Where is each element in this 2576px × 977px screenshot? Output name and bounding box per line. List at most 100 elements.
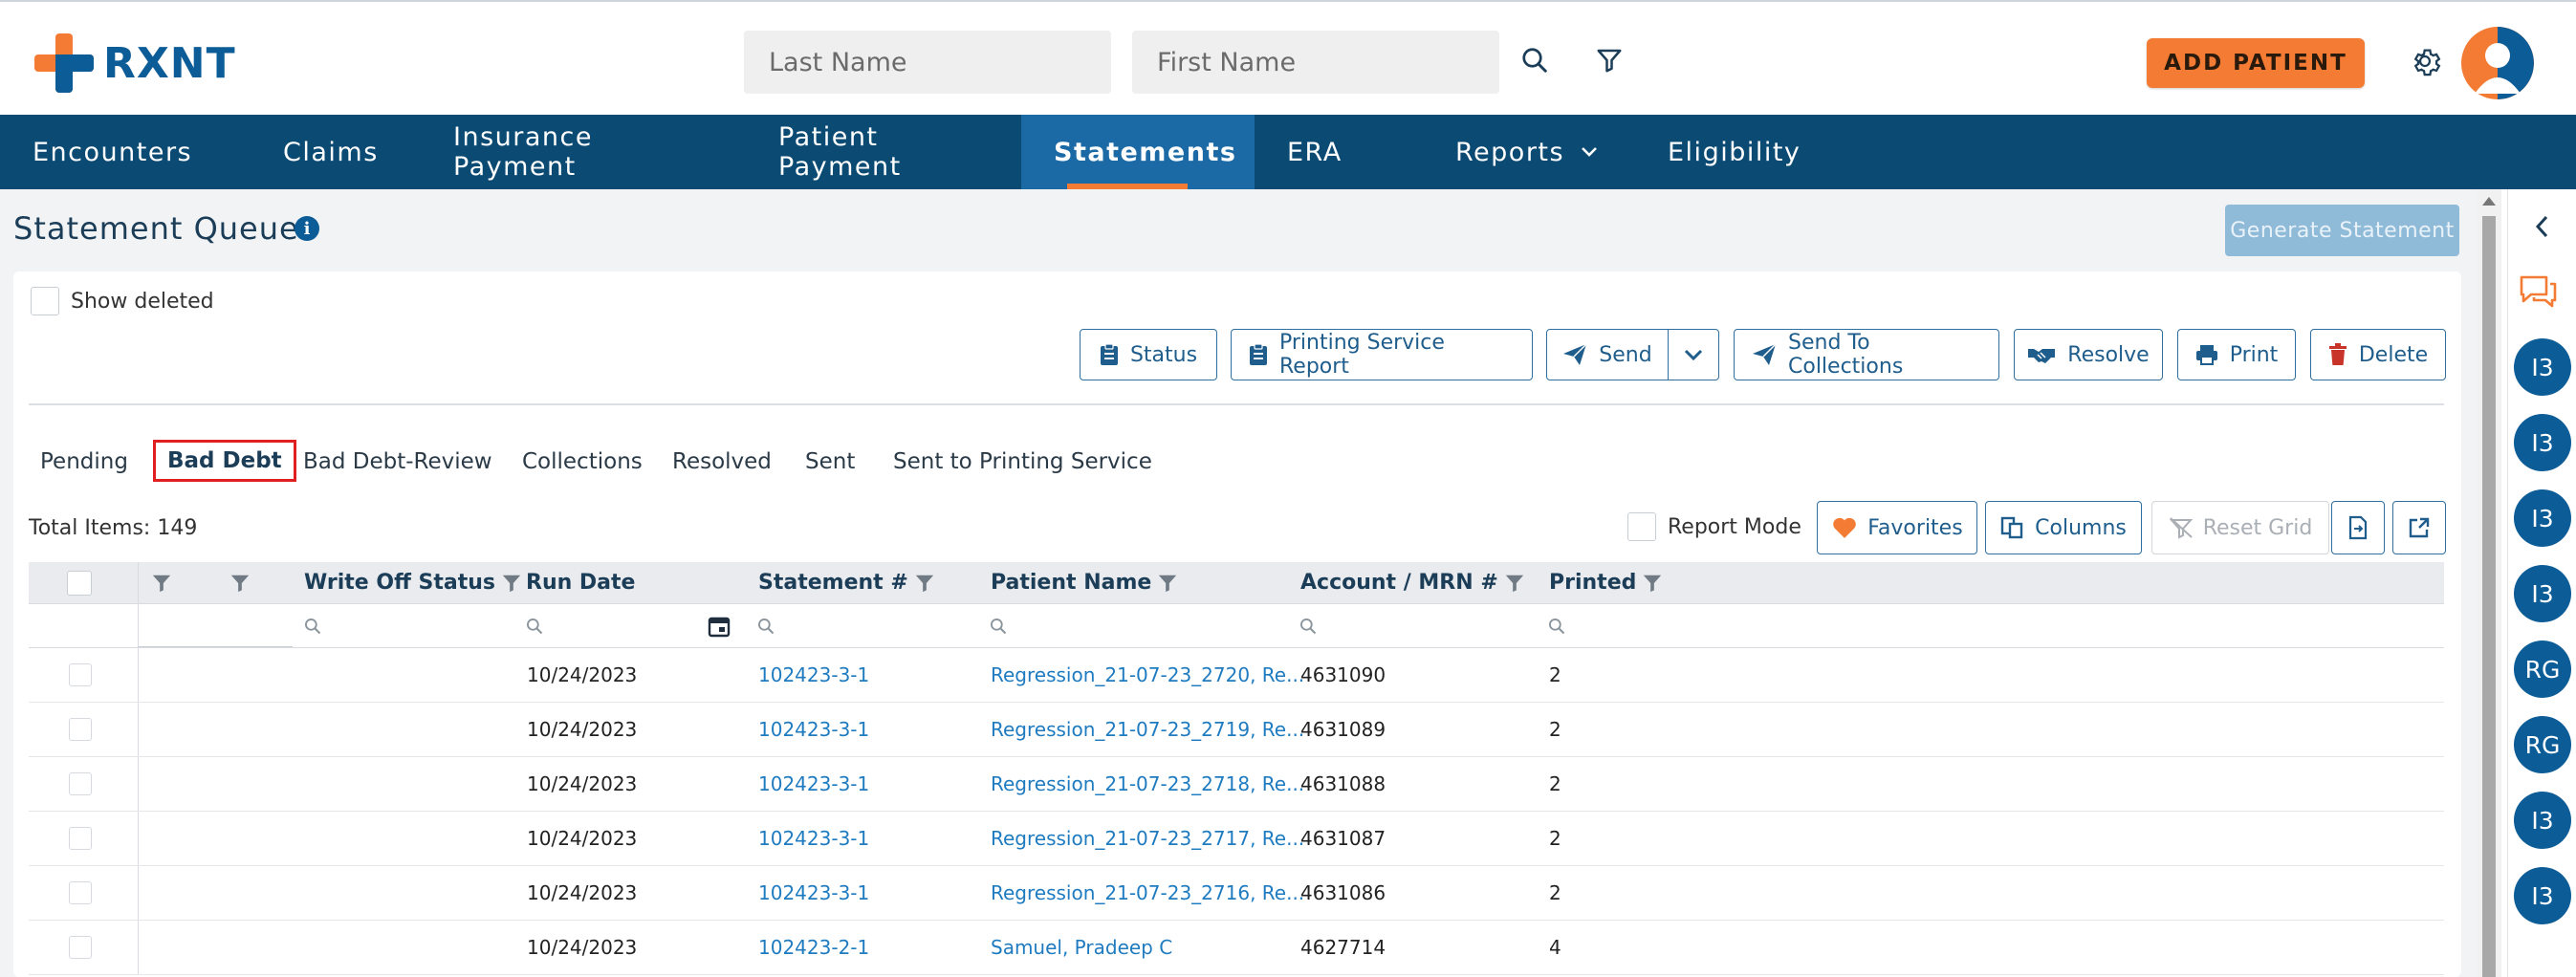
- patient-name-link[interactable]: Regression_21-07-23_2718, Re...: [991, 757, 1304, 811]
- search-icon[interactable]: [303, 604, 322, 647]
- user-avatar[interactable]: I3: [2514, 338, 2571, 396]
- patient-name-link[interactable]: Samuel, Pradeep C: [991, 921, 1172, 974]
- user-avatar[interactable]: [2461, 27, 2534, 99]
- table-row[interactable]: 10/24/2023 102423-3-1 Regression_21-07-2…: [29, 757, 2444, 812]
- select-all-checkbox[interactable]: [67, 570, 92, 596]
- filter-icon[interactable]: [151, 562, 172, 603]
- delete-button[interactable]: Delete: [2310, 329, 2446, 380]
- tab-sent-to-printing-service[interactable]: Sent to Printing Service: [893, 449, 1152, 474]
- nav-encounters[interactable]: Encounters: [0, 115, 251, 189]
- patient-name-link[interactable]: Regression_21-07-23_2717, Re...: [991, 812, 1304, 865]
- table-row[interactable]: 10/24/2023 102423-3-1 Regression_21-07-2…: [29, 648, 2444, 703]
- column-header-account-mrn[interactable]: Account / MRN #: [1300, 562, 1525, 603]
- statement-link[interactable]: 102423-3-1: [758, 866, 869, 920]
- filter-icon[interactable]: [229, 562, 251, 603]
- filter-icon[interactable]: [501, 573, 522, 594]
- printing-service-report-button[interactable]: Printing Service Report: [1231, 329, 1533, 380]
- tab-sent[interactable]: Sent: [805, 449, 855, 474]
- add-patient-button[interactable]: ADD PATIENT: [2147, 38, 2365, 88]
- row-checkbox[interactable]: [69, 881, 92, 904]
- row-checkbox[interactable]: [69, 936, 92, 959]
- column-header-statement-number[interactable]: Statement #: [758, 562, 935, 603]
- info-icon[interactable]: i: [295, 216, 319, 241]
- nav-statements[interactable]: Statements: [1021, 115, 1255, 189]
- statement-link[interactable]: 102423-3-1: [758, 757, 869, 811]
- filter-icon[interactable]: [1504, 573, 1525, 594]
- column-header-patient-name[interactable]: Patient Name: [991, 562, 1178, 603]
- search-icon[interactable]: [525, 604, 544, 647]
- patient-name-link[interactable]: Regression_21-07-23_2716, Re...: [991, 866, 1304, 920]
- chat-icon[interactable]: [2517, 273, 2559, 312]
- user-avatar[interactable]: I3: [2514, 792, 2571, 849]
- show-deleted-toggle[interactable]: Show deleted: [31, 287, 214, 315]
- nav-eligibility[interactable]: Eligibility: [1635, 115, 1865, 189]
- search-icon[interactable]: [756, 604, 775, 647]
- send-to-collections-button[interactable]: Send To Collections: [1734, 329, 1999, 380]
- search-icon[interactable]: [1299, 604, 1318, 647]
- column-header-write-off-status[interactable]: Write Off Status: [304, 562, 522, 603]
- user-avatar[interactable]: I3: [2514, 565, 2571, 622]
- search-icon[interactable]: [989, 604, 1008, 647]
- nav-claims[interactable]: Claims: [251, 115, 421, 189]
- filter-icon[interactable]: [914, 573, 935, 594]
- filter-icon[interactable]: [1593, 44, 1626, 76]
- column-header-printed[interactable]: Printed: [1549, 562, 1663, 603]
- send-button[interactable]: Send: [1546, 329, 1669, 380]
- tab-bad-debt-review[interactable]: Bad Debt-Review: [303, 449, 492, 474]
- statement-link[interactable]: 102423-3-1: [758, 703, 869, 756]
- nav-insurance-payment[interactable]: Insurance Payment: [421, 115, 746, 189]
- nav-reports[interactable]: Reports: [1423, 115, 1635, 189]
- row-checkbox[interactable]: [69, 663, 92, 686]
- tab-resolved[interactable]: Resolved: [672, 449, 772, 474]
- report-mode-toggle[interactable]: Report Mode: [1627, 512, 1801, 541]
- user-avatar[interactable]: I3: [2514, 489, 2571, 547]
- user-avatar[interactable]: I3: [2514, 414, 2571, 471]
- export-button[interactable]: [2392, 501, 2446, 554]
- statement-link[interactable]: 102423-3-1: [758, 648, 869, 702]
- report-mode-checkbox[interactable]: [1627, 512, 1656, 541]
- last-name-input[interactable]: [744, 31, 1111, 94]
- patient-name-link[interactable]: Regression_21-07-23_2719, Re...: [991, 703, 1304, 756]
- row-checkbox[interactable]: [69, 827, 92, 850]
- column-header-run-date[interactable]: Run Date: [526, 562, 635, 603]
- send-dropdown-button[interactable]: [1668, 329, 1719, 380]
- tab-pending[interactable]: Pending: [40, 449, 128, 474]
- user-avatar[interactable]: I3: [2514, 867, 2571, 924]
- status-button[interactable]: Status: [1080, 329, 1217, 380]
- send-label: Send: [1599, 342, 1652, 367]
- nav-patient-payment[interactable]: Patient Payment: [746, 115, 1021, 189]
- tab-collections[interactable]: Collections: [522, 449, 643, 474]
- resolve-button[interactable]: Resolve: [2014, 329, 2163, 380]
- reset-grid-button[interactable]: Reset Grid: [2151, 501, 2329, 554]
- search-icon[interactable]: [1518, 44, 1551, 76]
- show-deleted-checkbox[interactable]: [31, 287, 59, 315]
- favorites-button[interactable]: Favorites: [1817, 501, 1977, 554]
- patient-name-link[interactable]: Regression_21-07-23_2720, Re...: [991, 648, 1304, 702]
- statement-link[interactable]: 102423-2-1: [758, 921, 869, 974]
- nav-era[interactable]: ERA: [1255, 115, 1423, 189]
- gear-icon[interactable]: [2406, 42, 2444, 80]
- scroll-up-arrow[interactable]: [2482, 197, 2496, 206]
- calendar-icon[interactable]: [708, 604, 731, 647]
- table-row[interactable]: 10/24/2023 102423-3-1 Regression_21-07-2…: [29, 866, 2444, 921]
- table-row[interactable]: 10/24/2023 102423-3-1 Regression_21-07-2…: [29, 703, 2444, 757]
- generate-statement-button[interactable]: Generate Statement: [2225, 205, 2459, 256]
- row-checkbox[interactable]: [69, 718, 92, 741]
- statement-link[interactable]: 102423-3-1: [758, 812, 869, 865]
- columns-button[interactable]: Columns: [1985, 501, 2142, 554]
- user-avatar[interactable]: RG: [2514, 640, 2571, 698]
- table-row[interactable]: 10/24/2023 102423-2-1 Samuel, Pradeep C …: [29, 921, 2444, 975]
- scrollbar-thumb[interactable]: [2482, 216, 2496, 977]
- rxnt-logo[interactable]: RXNT: [34, 33, 236, 93]
- search-icon[interactable]: [1547, 604, 1566, 647]
- row-checkbox[interactable]: [69, 772, 92, 795]
- export-csv-button[interactable]: [2331, 501, 2385, 554]
- chevron-left-icon[interactable]: [2528, 212, 2557, 241]
- user-avatar[interactable]: RG: [2514, 716, 2571, 773]
- filter-icon[interactable]: [1642, 573, 1663, 594]
- filter-icon[interactable]: [1157, 573, 1178, 594]
- print-button[interactable]: Print: [2177, 329, 2296, 380]
- first-name-input[interactable]: [1132, 31, 1499, 94]
- table-row[interactable]: 10/24/2023 102423-3-1 Regression_21-07-2…: [29, 812, 2444, 866]
- tab-bad-debt[interactable]: Bad Debt: [153, 440, 296, 482]
